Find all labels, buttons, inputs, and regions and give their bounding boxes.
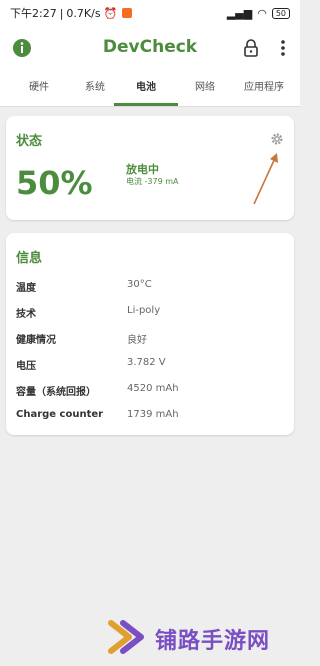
info-label: Charge counter [16, 409, 104, 420]
more-options-icon[interactable] [278, 38, 288, 58]
info-label: 健康情况 [16, 335, 56, 346]
tab-bar: 硬件 系统 电池 网络 应用程序 [0, 70, 300, 107]
info-card: 信息 温度 30°C 技术 Li-poly 健康情况 良好 电压 3.782 V… [6, 233, 294, 435]
signal-icon: ▂▄▆ [226, 6, 253, 20]
info-row: 温度 30°C [16, 279, 286, 295]
watermark-logo-icon [108, 620, 144, 654]
app-notification-icon [122, 8, 133, 18]
tab-system[interactable]: 系统 [70, 70, 120, 106]
info-value: Li-poly [127, 305, 161, 316]
info-row: 电压 3.782 V [16, 357, 286, 373]
tab-battery[interactable]: 电池 [121, 70, 171, 106]
battery-icon: 50 [271, 7, 290, 19]
status-right: ▂▄▆ ◠ 50 [227, 7, 290, 20]
info-label: 电压 [16, 361, 36, 372]
info-value: 3.782 V [127, 357, 166, 368]
tab-network[interactable]: 网络 [180, 70, 230, 106]
info-row: 健康情况 良好 [16, 331, 286, 347]
info-label: 技术 [16, 309, 36, 320]
status-net-speed: 0.7K/s [66, 6, 101, 20]
status-card-title: 状态 [16, 134, 43, 149]
info-card-title: 信息 [16, 251, 43, 266]
info-value: 4520 mAh [127, 383, 179, 394]
info-row: Charge counter 1739 mAh [16, 409, 286, 425]
info-value: 30°C [127, 279, 152, 290]
info-label: 温度 [16, 283, 36, 294]
status-card: 状态 50% 放电中 电流 -379 mA [6, 116, 294, 220]
info-value: 良好 [127, 335, 147, 346]
current-reading: 电流 -379 mA [126, 177, 179, 186]
system-status-bar: 下午2:27 | 0.7K/s ⏰ ▂▄▆ ◠ 50 [0, 0, 300, 26]
active-tab-indicator [114, 103, 178, 106]
tab-apps[interactable]: 应用程序 [232, 70, 296, 106]
battery-percent: 50% [16, 164, 93, 202]
gear-icon[interactable] [270, 132, 284, 146]
alarm-icon: ⏰ [103, 6, 118, 20]
info-row: 技术 Li-poly [16, 305, 286, 321]
charge-state: 放电中 [126, 163, 159, 176]
watermark: 铺路手游网 [105, 615, 295, 659]
wifi-icon: ◠ [257, 6, 267, 20]
watermark-text: 铺路手游网 [155, 629, 271, 654]
lock-icon[interactable] [242, 38, 260, 58]
info-row: 容量（系统回报） 4520 mAh [16, 383, 286, 399]
app-bar: DevCheck [0, 26, 300, 70]
status-time: 下午2:27 [10, 7, 57, 20]
info-label: 容量（系统回报） [16, 387, 96, 398]
tab-hardware[interactable]: 硬件 [14, 70, 64, 106]
status-left: 下午2:27 | 0.7K/s ⏰ [10, 5, 133, 21]
info-value: 1739 mAh [127, 409, 179, 420]
pointer-arrow-annotation [253, 153, 278, 205]
